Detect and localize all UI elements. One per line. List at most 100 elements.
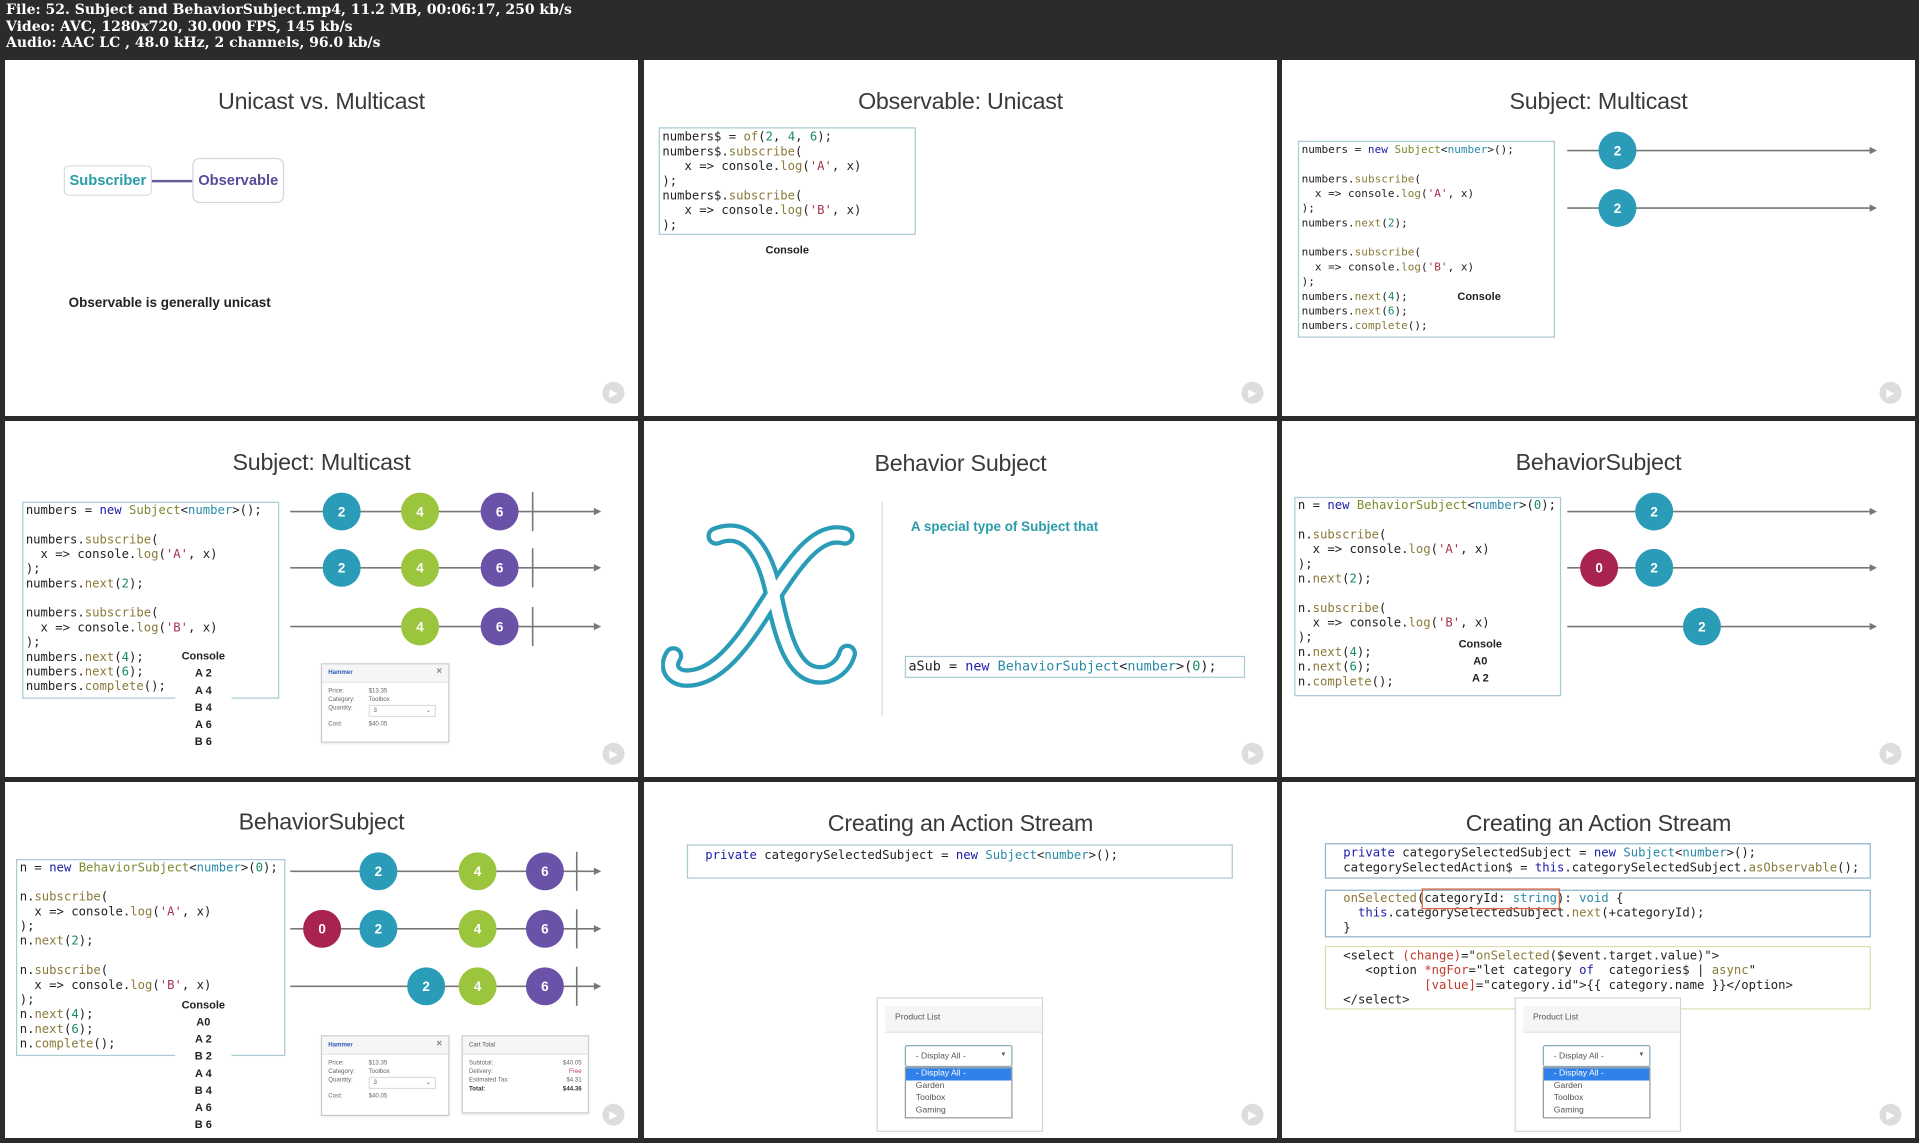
timeline-arrow-icon xyxy=(593,982,602,990)
timeline-arrow-icon xyxy=(593,867,602,875)
cost-value: $40.05 xyxy=(368,720,388,729)
code-token: numbers$. xyxy=(662,145,729,160)
code-token: < xyxy=(1119,658,1128,675)
marble-value: 2 xyxy=(338,561,345,576)
product-list-title: Product List xyxy=(885,1005,1042,1033)
category-value: Toolbox xyxy=(368,696,390,704)
code-token: async xyxy=(1711,964,1749,978)
dropdown-option[interactable]: - Display All - xyxy=(906,1068,1012,1081)
thumbnail-behaviorsubject-1[interactable]: BehaviorSubject n = new BehaviorSubject<… xyxy=(1282,421,1915,777)
thumbnail-behaviorsubject-2[interactable]: BehaviorSubject n = new BehaviorSubject<… xyxy=(5,782,638,1138)
code-line: <option *ngFor="let category of categori… xyxy=(1343,964,1852,979)
timeline-arrow-icon xyxy=(1869,204,1878,212)
code-token: , xyxy=(795,130,810,145)
close-icon[interactable]: × xyxy=(436,1038,442,1048)
slide-title: Behavior Subject xyxy=(874,451,1047,478)
cost-label: Cost: xyxy=(328,720,343,729)
delivery-value: Free xyxy=(569,1068,582,1076)
marble-value: 2 xyxy=(375,922,382,937)
close-icon[interactable]: × xyxy=(436,666,442,676)
timeline-arrow-icon xyxy=(593,507,602,516)
thumbnail-unicast-vs-multicast[interactable]: Unicast vs. Multicast Subscriber Observa… xyxy=(5,60,638,416)
timeline-arrow-icon xyxy=(1869,146,1878,155)
code-token: subscribe xyxy=(728,189,796,204)
thumbnail-action-stream-2[interactable]: Creating an Action Stream private catego… xyxy=(1282,782,1915,1138)
code-token: log xyxy=(780,160,803,174)
x-logo-icon xyxy=(661,523,858,688)
marble-value: 2 xyxy=(1650,561,1657,576)
timeline-arrow-icon xyxy=(593,564,602,572)
slide-title: Creating an Action Stream xyxy=(1465,811,1732,838)
audio-info: Audio: AAC LC , 48.0 kHz, 2 channels, 96… xyxy=(6,35,381,51)
code-token: ); xyxy=(817,130,832,145)
code-token: new xyxy=(965,658,998,675)
slide-title: Observable: Unicast xyxy=(858,89,1063,116)
category-select[interactable]: - Display All - ▼ xyxy=(904,1045,1013,1068)
marble-value: 4 xyxy=(416,561,424,576)
tagline: A special type of Subject that xyxy=(910,520,1099,535)
dropdown-option[interactable]: Toolbox xyxy=(906,1093,1011,1105)
code-token: next xyxy=(1571,906,1602,921)
code-token: ): xyxy=(1557,892,1580,906)
play-logo-icon: ▶ xyxy=(1241,381,1264,404)
thumbnail-behavior-subject-intro[interactable]: Behavior Subject A special type of Subje… xyxy=(644,421,1277,777)
chevron-down-icon: ⌄ xyxy=(425,707,432,715)
cost-label: Cost: xyxy=(328,1092,343,1101)
code-token: < xyxy=(1036,849,1045,863)
code-token: new xyxy=(1593,846,1624,861)
code-token: " xyxy=(1748,964,1757,978)
selected-option: - Display All - xyxy=(915,1052,966,1061)
dropdown-arrow-icon: ▼ xyxy=(1000,1051,1007,1059)
code-token: ); xyxy=(1200,658,1217,675)
marble-value: 6 xyxy=(496,561,503,576)
code-line: this.categorySelectedSubject.next(+categ… xyxy=(1343,907,1852,922)
category-select[interactable]: - Display All - ▼ xyxy=(1542,1045,1651,1068)
dropdown-option[interactable]: Gaming xyxy=(1544,1105,1649,1117)
code-line: ); xyxy=(662,219,912,234)
dropdown-option[interactable]: Toolbox xyxy=(1544,1093,1649,1105)
thumbnail-action-stream-1[interactable]: Creating an Action Stream private catego… xyxy=(644,782,1277,1138)
code-token: categorySelectedSubject = xyxy=(1402,846,1594,861)
dropdown-option[interactable]: Garden xyxy=(1544,1081,1649,1093)
code-token: ( xyxy=(795,145,803,160)
marble-value: 2 xyxy=(1650,504,1657,519)
marble-value: 6 xyxy=(541,979,548,994)
code-line: private categorySelectedSubject = new Su… xyxy=(1343,847,1852,862)
code-line: [value]="category.id">{{ category.name }… xyxy=(1343,979,1852,994)
dropdown-option[interactable]: Garden xyxy=(906,1081,1011,1093)
code-token: this xyxy=(1357,906,1388,921)
dropdown-list: - Display All - Garden Toolbox Gaming xyxy=(904,1067,1013,1119)
quantity-select[interactable]: 3 ⌄ xyxy=(368,704,436,718)
code-token: number xyxy=(1044,849,1089,863)
code-token: < xyxy=(1674,846,1683,861)
code-token: onSelected xyxy=(1343,892,1417,906)
code-block: private categorySelectedSubject = new Su… xyxy=(686,844,1233,879)
play-logo-icon: ▶ xyxy=(1879,381,1902,404)
dropdown-option[interactable]: Gaming xyxy=(906,1105,1011,1117)
console-label: Console xyxy=(759,241,816,259)
price-value: $13.35 xyxy=(368,1059,388,1068)
code-block-onselected: onSelected(categoryId: string): void { t… xyxy=(1324,889,1871,938)
code-token: numbers$ = xyxy=(662,130,744,145)
dropdown-option[interactable]: - Display All - xyxy=(1544,1068,1650,1081)
marble-value: 6 xyxy=(541,922,548,937)
card-title: Hammer xyxy=(328,1041,353,1049)
hammer-card: Hammer × Price: $13.35 Category: Toolbox Qu… xyxy=(320,1035,450,1116)
marble-value: 2 xyxy=(1614,143,1621,158)
code-token: ($event.target.value)"> xyxy=(1549,949,1720,964)
subscriber-box: Subscriber xyxy=(63,165,152,196)
category-label: Category: xyxy=(328,696,355,704)
code-token: ="category.id">{{ category.name }}</opti… xyxy=(1475,978,1793,993)
code-line: x => console.log('A', x) xyxy=(662,160,912,175)
highlight-box xyxy=(1421,888,1560,910)
thumbnail-observable-unicast[interactable]: Observable: Unicast numbers$ = of(2, 4, … xyxy=(644,60,1277,416)
category-label: Category: xyxy=(328,1068,355,1076)
quantity-select[interactable]: 3 ⌄ xyxy=(368,1076,436,1090)
total-value: $44.36 xyxy=(562,1085,582,1093)
code-block-subject: private categorySelectedSubject = new Su… xyxy=(1324,843,1871,879)
thumbnail-subject-multicast-2[interactable]: Subject: Multicast numbers = new Subject… xyxy=(5,421,638,777)
code-token: log xyxy=(780,204,803,218)
thumbnail-subject-multicast-1[interactable]: Subject: Multicast numbers = new Subject… xyxy=(1282,60,1915,416)
code-line: private categorySelectedSubject = new Su… xyxy=(705,849,1214,864)
